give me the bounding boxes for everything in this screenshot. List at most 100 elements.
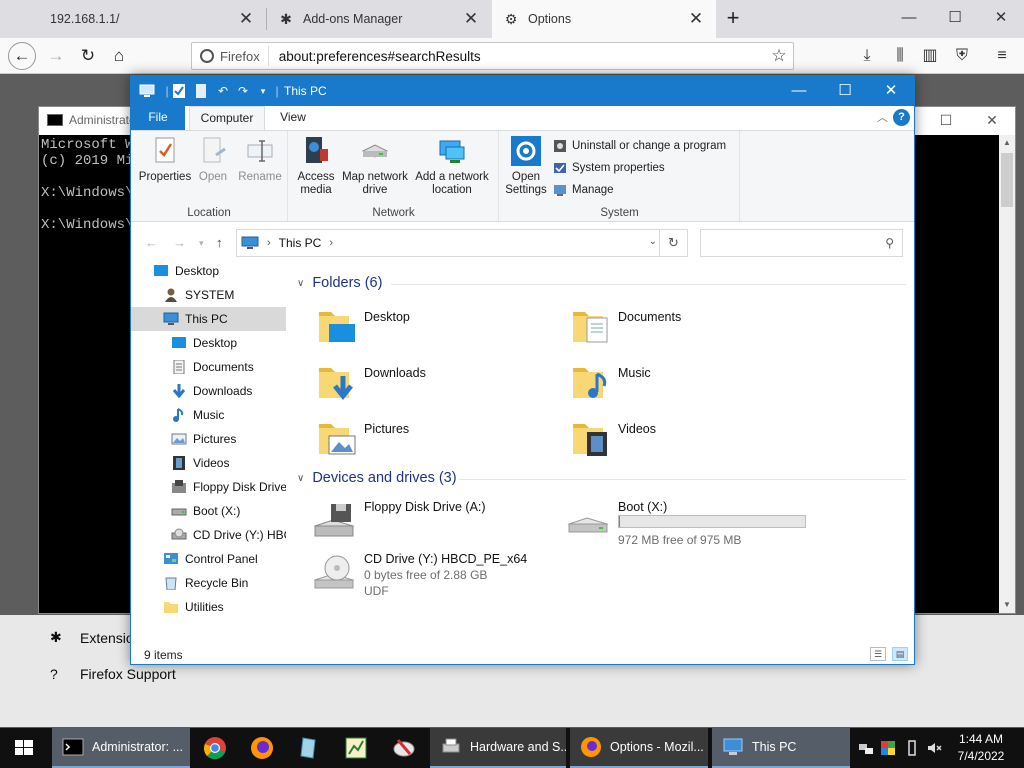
nav-item-music[interactable]: Music (131, 403, 286, 427)
explorer-maximize-button[interactable]: ☐ (822, 76, 868, 106)
up-arrow-icon[interactable]: ↑ (216, 235, 223, 250)
taskbar-firefox-options[interactable]: Options - Mozil... (570, 728, 708, 768)
downloads-icon[interactable]: ⤓ (855, 44, 879, 68)
properties-button[interactable]: Properties (135, 135, 195, 184)
manage-button[interactable]: Manage (553, 183, 614, 197)
scroll-down-icon[interactable]: ▼ (999, 597, 1015, 613)
ublock-shield-icon[interactable]: ⛨ (950, 44, 974, 68)
breadcrumb-chevron-icon[interactable]: › (267, 237, 271, 249)
explorer-window[interactable]: | ↶ ↷ ▾ | This PC — ☐ ✕ File Computer Vi… (130, 75, 915, 665)
nav-item-control-panel[interactable]: Control Panel (131, 547, 286, 571)
new-tab-button[interactable]: + (720, 4, 746, 34)
content-pane[interactable]: ∨ Folders (6) Desktop Documents Download… (291, 264, 911, 642)
tab-options[interactable]: ⚙ Options ✕ (492, 0, 716, 38)
map-network-drive-button[interactable]: Map network drive (339, 135, 411, 197)
nav-item-documents[interactable]: Documents (131, 355, 286, 379)
address-bar[interactable]: › This PC › ⌄ ↻ (236, 229, 688, 257)
bookmark-star-icon[interactable]: ☆ (765, 46, 793, 66)
nav-item-cd-drive[interactable]: CD Drive (Y:) HBC (131, 523, 286, 547)
url-bar[interactable]: Firefox about:preferences#searchResults … (191, 42, 794, 70)
firefox-support-link[interactable]: ? Firefox Support (50, 666, 176, 682)
refresh-icon[interactable]: ↻ (659, 230, 687, 256)
firefox-icon[interactable] (250, 736, 274, 760)
uninstall-program-button[interactable]: Uninstall or change a program (553, 139, 726, 153)
nav-item-desktop-root[interactable]: Desktop (131, 264, 286, 283)
console-maximize-button[interactable]: ☐ (923, 107, 969, 133)
identity-box[interactable]: Firefox (192, 46, 269, 66)
explorer-titlebar[interactable]: | ↶ ↷ ▾ | This PC — ☐ ✕ (131, 76, 914, 106)
taskbar-this-pc[interactable]: This PC (712, 728, 850, 768)
folder-desktop[interactable]: Desktop (299, 302, 539, 354)
tab-close-icon[interactable]: ✕ (236, 9, 256, 29)
windows-start-icon[interactable] (0, 728, 48, 768)
library-icon[interactable]: ⫼ (888, 44, 912, 68)
tab-close-icon[interactable]: ✕ (461, 9, 481, 29)
explorer-minimize-button[interactable]: — (776, 76, 822, 106)
breadcrumb-this-pc[interactable]: This PC (279, 236, 322, 250)
system-properties-button[interactable]: System properties (553, 161, 665, 175)
folder-videos[interactable]: Videos (553, 414, 793, 466)
nav-item-videos[interactable]: Videos (131, 451, 286, 475)
collapse-chevron-icon[interactable]: ∨ (297, 473, 304, 484)
back-arrow-icon[interactable]: ← (145, 235, 158, 250)
console-scrollbar[interactable]: ▲ ▼ (999, 135, 1015, 613)
nav-item-desktop[interactable]: Desktop (131, 331, 286, 355)
folder-music[interactable]: Music (553, 358, 793, 410)
minimize-button[interactable]: — (886, 0, 932, 38)
open-button[interactable]: Open (193, 135, 233, 184)
tab-view[interactable]: View (269, 106, 317, 130)
nav-item-downloads[interactable]: Downloads (131, 379, 286, 403)
nav-item-recycle-bin[interactable]: Recycle Bin (131, 571, 286, 595)
rename-button[interactable]: Rename (235, 135, 285, 184)
tab-addons-manager[interactable]: ✱ Add-ons Manager ✕ (267, 0, 491, 38)
system-clock[interactable]: 1:44 AM 7/4/2022 (948, 731, 1014, 765)
nav-item-system-user[interactable]: SYSTEM (131, 283, 286, 307)
undo-icon[interactable]: ↶ (215, 83, 231, 99)
nav-item-boot-drive[interactable]: Boot (X:) (131, 499, 286, 523)
scroll-up-icon[interactable]: ▲ (999, 135, 1015, 151)
nav-item-utilities[interactable]: Utilities (131, 595, 286, 619)
add-network-location-button[interactable]: Add a network location (411, 135, 493, 197)
sidebar-icon[interactable]: ▥ (918, 44, 942, 68)
redo-icon[interactable]: ↷ (235, 83, 251, 99)
explorer-close-button[interactable]: ✕ (868, 76, 914, 106)
home-button[interactable]: ⌂ (105, 42, 133, 70)
folder-downloads[interactable]: Downloads (299, 358, 539, 410)
tiles-view-icon[interactable]: ▤ (892, 647, 908, 661)
close-button[interactable]: ✕ (978, 0, 1024, 38)
collapse-chevron-icon[interactable]: ∨ (297, 278, 304, 289)
drives-group-header[interactable]: ∨ Devices and drives (3) (297, 470, 457, 486)
forward-arrow-icon[interactable]: → (173, 235, 186, 250)
chrome-icon[interactable] (203, 736, 227, 760)
menu-hamburger-icon[interactable]: ≡ (990, 44, 1014, 68)
access-media-button[interactable]: Access media (291, 135, 341, 197)
properties-check-icon[interactable] (171, 83, 187, 99)
new-folder-icon[interactable] (193, 83, 209, 99)
navigation-pane[interactable]: Desktop SYSTEM This PC Desktop Documents… (131, 264, 286, 642)
maximize-button[interactable]: ☐ (932, 0, 978, 38)
search-input[interactable]: ⚲ (700, 229, 903, 257)
back-button[interactable]: ← (8, 42, 36, 70)
details-view-icon[interactable]: ☰ (870, 647, 886, 661)
drive-boot[interactable]: Boot (X:) 972 MB free of 975 MB (553, 496, 813, 550)
recent-locations-icon[interactable]: ▾ (199, 238, 204, 249)
tab-close-icon[interactable]: ✕ (686, 9, 706, 29)
nav-item-this-pc[interactable]: This PC (131, 307, 286, 331)
open-settings-button[interactable]: Open Settings (502, 135, 550, 197)
help-icon[interactable]: ? (893, 109, 910, 126)
collapse-ribbon-icon[interactable]: ︿ (877, 109, 888, 125)
drive-cd[interactable]: CD Drive (Y:) HBCD_PE_x64 0 bytes free o… (299, 548, 559, 602)
drive-floppy[interactable]: Floppy Disk Drive (A:) (299, 496, 559, 550)
forward-button[interactable]: → (42, 42, 70, 70)
url-text[interactable]: about:preferences#searchResults (269, 49, 765, 64)
network-tray-icon[interactable] (858, 740, 874, 756)
nav-item-floppy[interactable]: Floppy Disk Drive (131, 475, 286, 499)
tab-file[interactable]: File (131, 106, 185, 130)
folder-documents[interactable]: Documents (553, 302, 793, 354)
reload-button[interactable]: ↻ (74, 42, 102, 70)
tab-computer[interactable]: Computer (189, 106, 265, 130)
scroll-thumb[interactable] (1001, 153, 1013, 207)
nav-item-pictures[interactable]: Pictures (131, 427, 286, 451)
taskbar-console[interactable]: Administrator: ... (52, 728, 190, 768)
address-dropdown-icon[interactable]: ⌄ (649, 236, 657, 247)
